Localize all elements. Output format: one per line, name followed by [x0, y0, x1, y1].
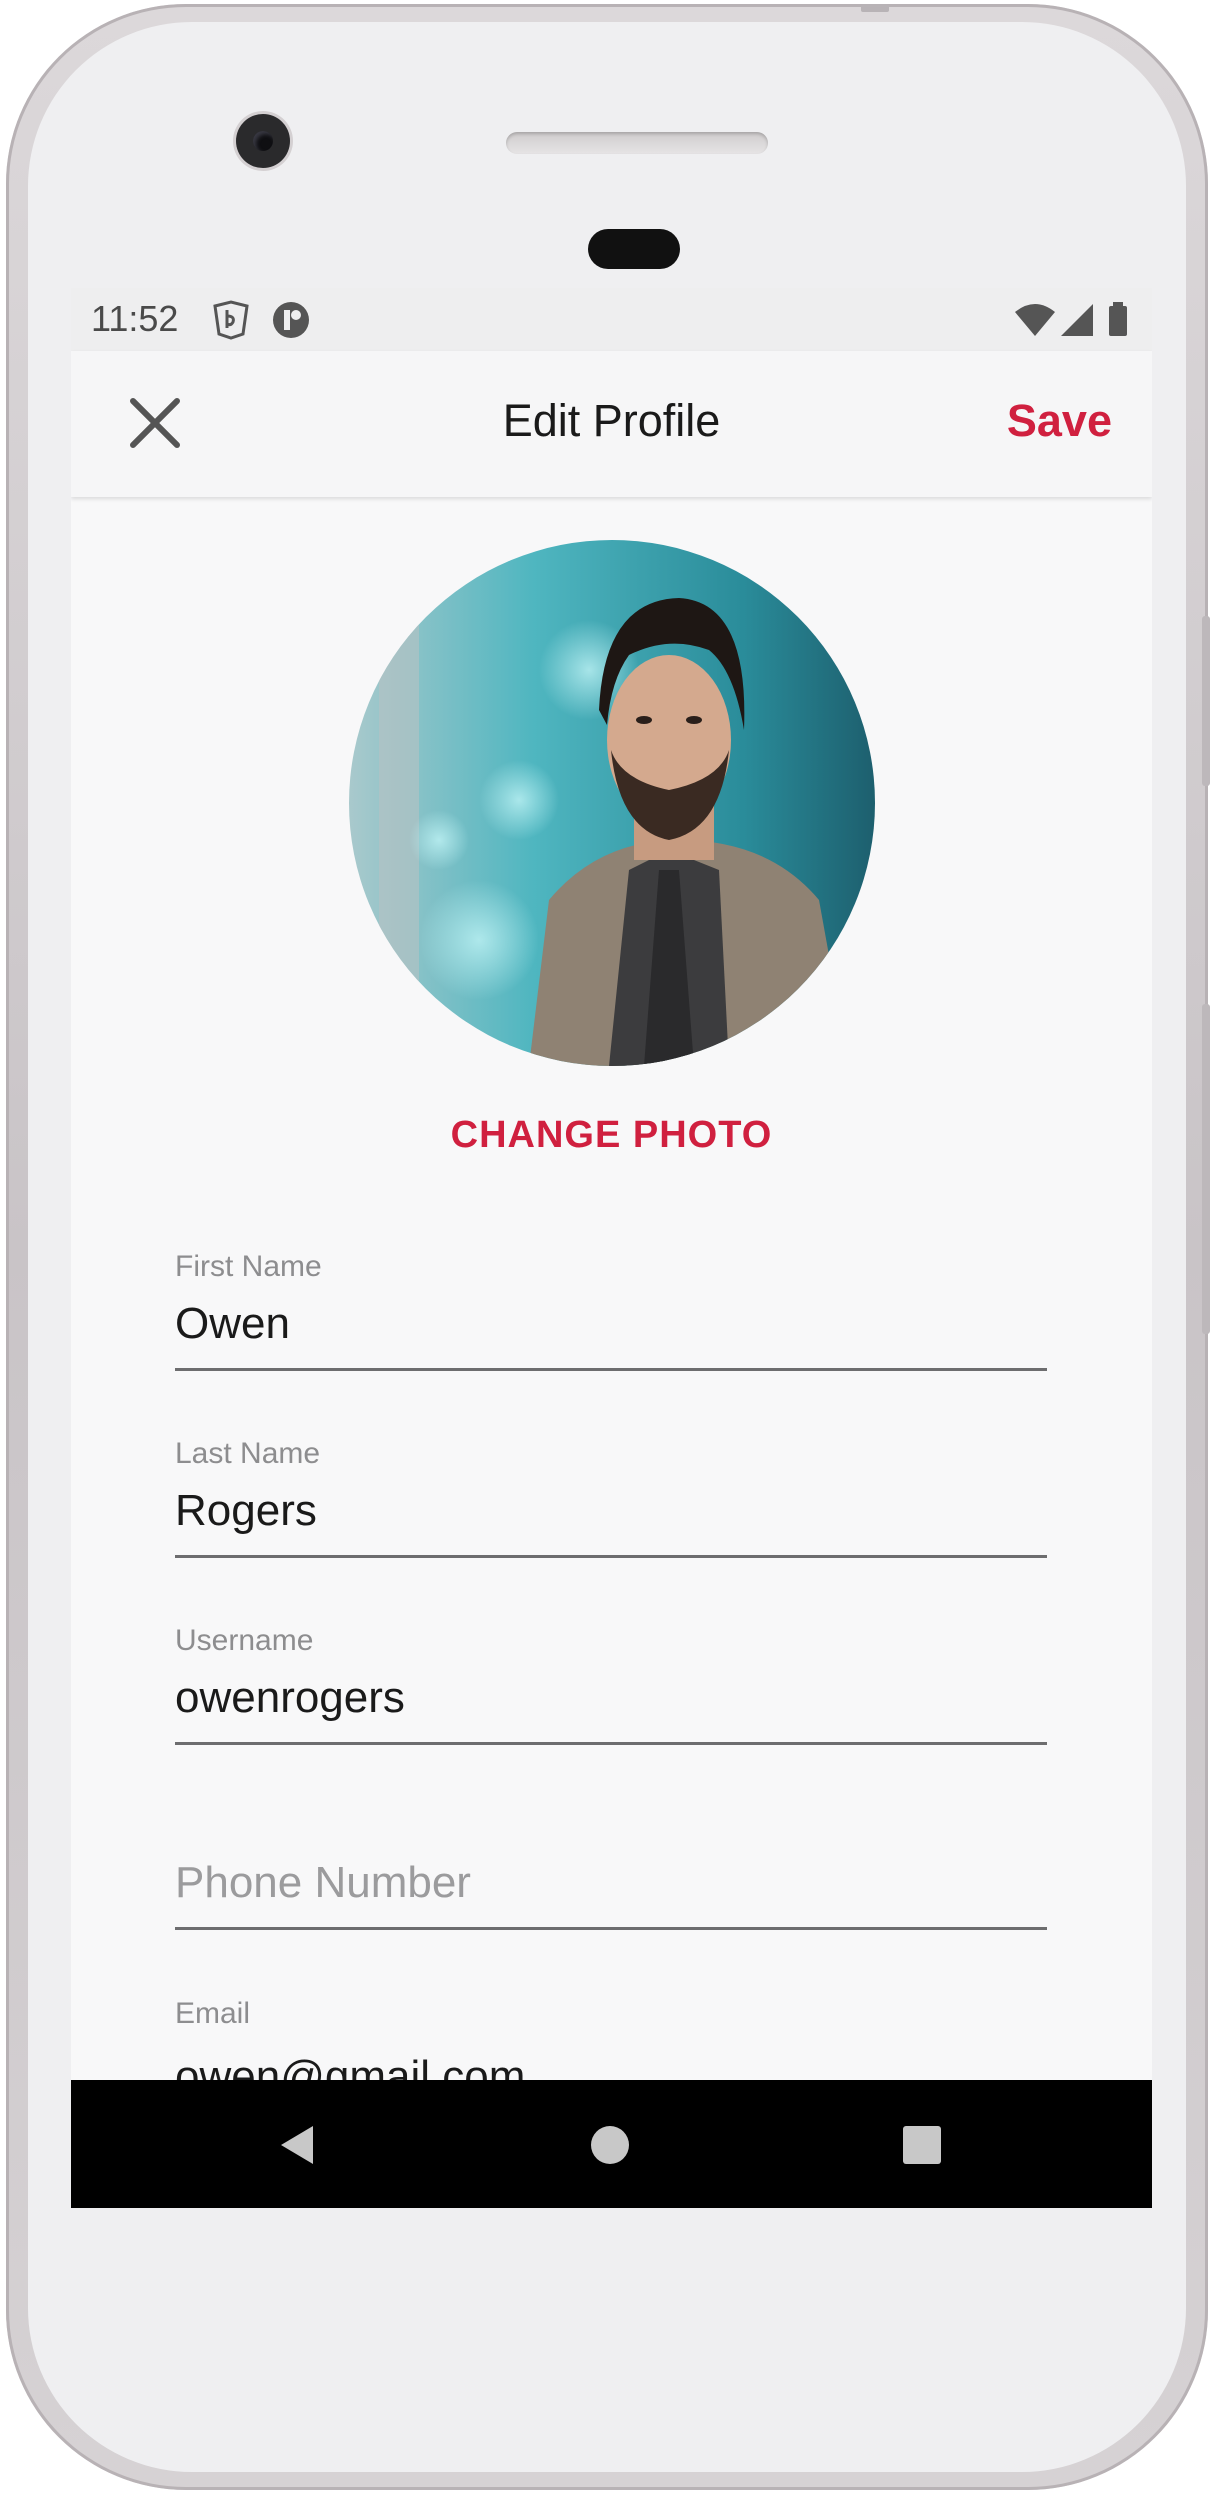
status-time: 11:52: [91, 298, 179, 339]
phone-power-button: [1202, 1004, 1210, 1334]
app-bar: Edit Profile Save: [71, 351, 1152, 497]
profile-avatar[interactable]: [349, 540, 875, 1066]
phone-top-button: [861, 4, 889, 12]
profile-photo: [349, 540, 875, 1066]
home-icon[interactable]: [585, 2120, 635, 2170]
first-name-underline: [175, 1368, 1047, 1371]
screen: 11:52 Edit Profile Save CHANGE PHOTO Fir…: [71, 288, 1152, 2208]
system-nav-bar: [71, 2080, 1152, 2208]
phone-number-underline: [175, 1927, 1047, 1930]
change-photo-button[interactable]: CHANGE PHOTO: [71, 1114, 1152, 1157]
page-title: Edit Profile: [502, 395, 721, 446]
last-name-underline: [175, 1555, 1047, 1558]
app-notification-icon: [273, 302, 309, 338]
front-camera: [236, 114, 290, 168]
last-name-input[interactable]: [175, 1481, 1047, 1541]
phone-volume-button: [1202, 616, 1210, 786]
username-label: Username: [175, 1624, 314, 1657]
shield-notification-icon: [213, 300, 249, 340]
recents-icon[interactable]: [897, 2120, 947, 2170]
back-icon[interactable]: [273, 2120, 323, 2170]
save-button[interactable]: Save: [1007, 395, 1112, 447]
first-name-label: First Name: [175, 1250, 322, 1283]
username-input[interactable]: [175, 1668, 1047, 1728]
battery-icon: [1109, 302, 1127, 336]
wifi-icon: [1015, 304, 1055, 336]
cellular-signal-icon: [1061, 304, 1093, 336]
username-underline: [175, 1742, 1047, 1745]
first-name-input[interactable]: [175, 1294, 1047, 1354]
email-label: Email: [175, 1997, 251, 2030]
earpiece-speaker: [506, 132, 768, 154]
status-bar: 11:52: [71, 288, 1152, 351]
phone-frame: 11:52 Edit Profile Save CHANGE PHOTO Fir…: [6, 4, 1210, 2490]
last-name-label: Last Name: [175, 1437, 321, 1470]
proximity-sensor: [588, 229, 680, 269]
phone-number-input[interactable]: [175, 1853, 1047, 1913]
